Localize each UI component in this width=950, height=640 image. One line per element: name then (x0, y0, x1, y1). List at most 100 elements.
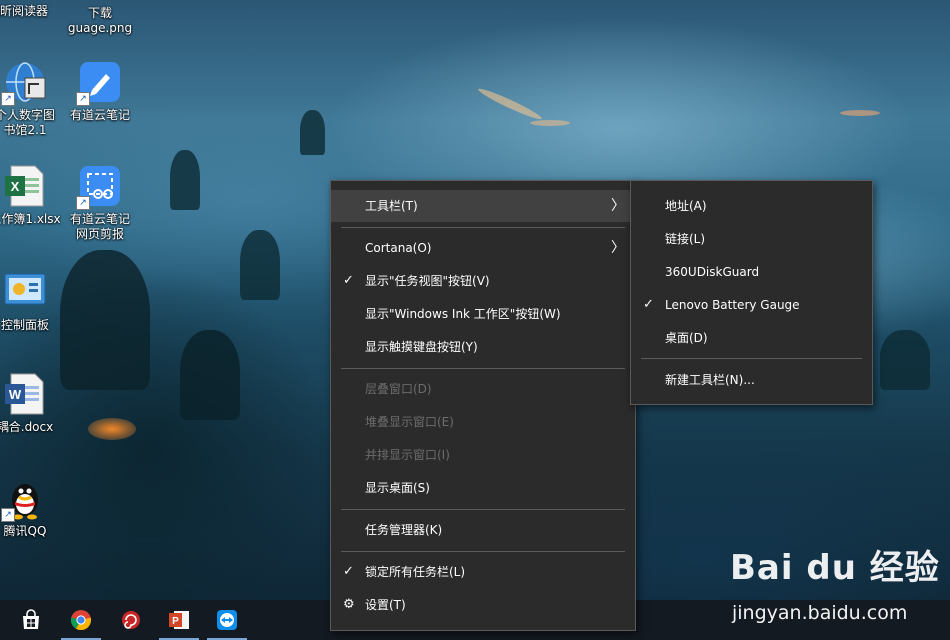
menu-item-task-manager[interactable]: 任务管理器(K) (331, 514, 635, 546)
web-clipper-icon: ↗ (76, 164, 122, 210)
menu-item-cascade-windows: 层叠窗口(D) (331, 373, 635, 405)
submenu-item-new-toolbar[interactable]: 新建工具栏(N)... (631, 364, 872, 396)
menu-item-label: 工具栏(T) (365, 199, 418, 213)
menu-separator (341, 551, 625, 552)
qq-penguin-icon: ↗ (1, 476, 47, 522)
taskbar-store-button[interactable] (7, 600, 55, 640)
tree-silhouette (60, 250, 150, 390)
desktop-icon-download-guage[interactable]: 下载 guage.png (62, 6, 138, 36)
desktop-icon-label: 个人数字图 书馆2.1 (0, 108, 55, 137)
submenu-item-360udiskguard[interactable]: 360UDiskGuard (631, 256, 872, 288)
desktop-icon-control-panel[interactable]: 控制面板 (0, 270, 63, 333)
menu-separator (341, 509, 625, 510)
globe-icon: ↗ (1, 60, 47, 106)
desktop-icon-workbook[interactable]: X 工作簿1.xlsx (0, 164, 63, 227)
svg-text:W: W (9, 387, 22, 402)
menu-item-lock-taskbars[interactable]: ✓ 锁定所有任务栏(L) (331, 556, 635, 588)
menu-item-show-windows-ink[interactable]: 显示"Windows Ink 工作区"按钮(W) (331, 298, 635, 330)
youdao-note-icon: ↗ (76, 60, 122, 106)
desktop-icon-qq[interactable]: ↗ 腾讯QQ (0, 476, 63, 539)
menu-item-label: 链接(L) (665, 232, 706, 246)
excel-icon: X (3, 164, 47, 208)
desktop-icon-digital-library[interactable]: ↗ 个人数字图 书馆2.1 (0, 60, 63, 138)
teamviewer-icon (217, 610, 237, 630)
menu-item-show-task-view[interactable]: ✓ 显示"任务视图"按钮(V) (331, 265, 635, 297)
menu-item-settings[interactable]: ⚙ 设置(T) (331, 589, 635, 621)
store-icon (23, 609, 39, 629)
watermark-logo: Bai du 经验 (730, 548, 940, 588)
shortcut-arrow-icon: ↗ (76, 196, 90, 210)
menu-item-label: 堆叠显示窗口(E) (365, 415, 454, 429)
menu-item-label: 地址(A) (665, 199, 707, 213)
menu-item-label: 桌面(D) (665, 331, 708, 345)
submenu-arrow-icon: 〉 (611, 198, 625, 214)
menu-separator (341, 368, 625, 369)
desktop-icon-youdao-clipper[interactable]: ↗ 有道云笔记 网页剪报 (62, 164, 138, 242)
menu-item-side-by-side: 并排显示窗口(I) (331, 439, 635, 471)
taskbar-snail-button[interactable] (107, 600, 155, 640)
chrome-icon (70, 610, 92, 631)
taskbar-powerpoint-button[interactable]: P (155, 600, 203, 640)
menu-item-stack-windows: 堆叠显示窗口(E) (331, 406, 635, 438)
campfire-glow (88, 418, 136, 440)
shortcut-arrow-icon: ↗ (76, 92, 90, 106)
menu-item-label: 并排显示窗口(I) (365, 448, 450, 462)
menu-item-show-touch-keyboard[interactable]: 显示触摸键盘按钮(Y) (331, 331, 635, 363)
village-light (840, 110, 880, 116)
shortcut-arrow-icon: ↗ (1, 508, 15, 522)
submenu-item-links[interactable]: 链接(L) (631, 223, 872, 255)
menu-item-label: 360UDiskGuard (665, 265, 760, 279)
submenu-arrow-icon: 〉 (611, 240, 625, 256)
menu-item-label: Cortana(O) (365, 241, 432, 255)
menu-item-toolbars[interactable]: 工具栏(T) 〉 (331, 190, 635, 222)
desktop-icon-label: 腾讯QQ (3, 524, 47, 538)
menu-separator (641, 358, 862, 359)
submenu-item-lenovo-battery-gauge[interactable]: ✓ Lenovo Battery Gauge (631, 289, 872, 321)
menu-item-show-desktop[interactable]: 显示桌面(S) (331, 472, 635, 504)
submenu-item-address[interactable]: 地址(A) (631, 190, 872, 222)
desktop-icon-foxit-reader[interactable]: 福昕阅读器 (0, 4, 56, 19)
menu-item-label: 显示桌面(S) (365, 481, 430, 495)
tree-silhouette (170, 150, 200, 210)
desktop-icon-label: 工作簿1.xlsx (0, 212, 61, 226)
svg-text:X: X (11, 179, 20, 194)
desktop-icon-youdao-note[interactable]: ↗ 有道云笔记 (62, 60, 138, 123)
powerpoint-icon: P (169, 611, 189, 629)
desktop-icon-label: 下载 guage.png (67, 6, 133, 35)
watermark-url: jingyan.baidu.com (732, 602, 908, 624)
menu-item-label: 显示触摸键盘按钮(Y) (365, 340, 478, 354)
desktop-icon-label: 耦合.docx (0, 420, 54, 434)
menu-item-cortana[interactable]: Cortana(O) 〉 (331, 232, 635, 264)
menu-item-label: 显示"Windows Ink 工作区"按钮(W) (365, 307, 561, 321)
menu-item-label: 层叠窗口(D) (365, 382, 432, 396)
checkmark-icon: ✓ (643, 297, 654, 312)
tree-silhouette (240, 230, 280, 300)
desktop-icon-docx[interactable]: W 耦合.docx (0, 372, 63, 435)
menu-item-label: 设置(T) (365, 598, 406, 612)
village-light (476, 85, 544, 123)
menu-item-label: 任务管理器(K) (365, 523, 443, 537)
svg-text:P: P (172, 616, 179, 627)
desktop-icon-label: 有道云笔记 (69, 108, 130, 122)
checkmark-icon: ✓ (343, 273, 354, 288)
checkmark-icon: ✓ (343, 564, 354, 579)
taskbar-chrome-button[interactable] (57, 600, 105, 640)
shortcut-arrow-icon: ↗ (1, 92, 15, 106)
control-panel-icon (3, 270, 47, 314)
taskbar-context-menu: 工具栏(T) 〉 Cortana(O) 〉 ✓ 显示"任务视图"按钮(V) 显示… (330, 180, 636, 631)
taskbar-teamviewer-button[interactable] (203, 600, 251, 640)
village-light (530, 120, 570, 126)
menu-item-label: Lenovo Battery Gauge (665, 298, 800, 312)
desktop-icon-label: 有道云笔记 网页剪报 (69, 212, 130, 241)
desktop-icon-label: 福昕阅读器 (0, 4, 48, 18)
desktop-icon-label: 控制面板 (0, 318, 49, 332)
menu-item-label: 显示"任务视图"按钮(V) (365, 274, 490, 288)
word-icon: W (3, 372, 47, 416)
baidu-jingyan-watermark: Bai du 经验 jingyan.baidu.com (730, 540, 940, 630)
menu-item-label: 新建工具栏(N)... (665, 373, 755, 387)
toolbars-submenu: 地址(A) 链接(L) 360UDiskGuard ✓ Lenovo Batte… (630, 180, 873, 405)
submenu-item-desktop[interactable]: 桌面(D) (631, 322, 872, 354)
tree-silhouette (180, 330, 240, 420)
menu-separator (341, 227, 625, 228)
tree-silhouette (300, 110, 325, 155)
